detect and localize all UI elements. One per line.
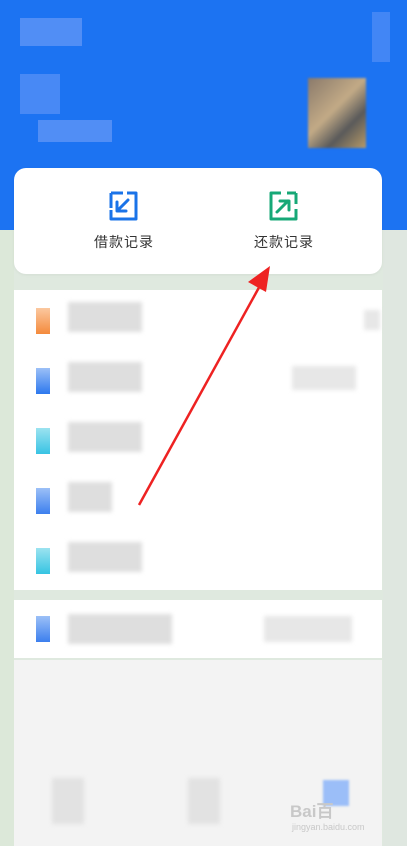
- header-blurred-text: [38, 120, 112, 142]
- list-item-icon: [36, 548, 50, 574]
- list-item-blurred-text: [68, 362, 142, 392]
- watermark-logo: Bai百: [290, 802, 334, 821]
- list-item[interactable]: [14, 350, 382, 410]
- borrow-records-button[interactable]: 借款记录: [32, 168, 216, 274]
- records-panel: 借款记录 还款记录: [14, 168, 382, 274]
- borrow-records-icon: [107, 190, 141, 224]
- header-blurred-text: [372, 12, 390, 62]
- secondary-list: [14, 600, 382, 658]
- header-blurred-text: [20, 18, 82, 46]
- list-item-blurred-value: [292, 366, 356, 390]
- repay-records-icon: [267, 190, 301, 224]
- tab-item[interactable]: [188, 778, 220, 824]
- repay-records-button[interactable]: 还款记录: [192, 168, 376, 274]
- list-item-blurred-value: [264, 616, 352, 642]
- list-item[interactable]: [14, 290, 382, 350]
- list-item-blurred-text: [68, 482, 112, 512]
- list-item-icon: [36, 428, 50, 454]
- menu-list: [14, 290, 382, 590]
- tab-item[interactable]: [52, 778, 84, 824]
- list-item-blurred-text: [68, 614, 172, 644]
- list-item-blurred-text: [68, 302, 142, 332]
- repay-records-label: 还款记录: [254, 235, 314, 251]
- list-item[interactable]: [14, 470, 382, 530]
- list-item-icon: [36, 368, 50, 394]
- list-item-chevron: [364, 310, 380, 330]
- watermark-site: jingyan.baidu.com: [292, 822, 365, 832]
- list-item[interactable]: [14, 410, 382, 470]
- borrow-records-label: 借款记录: [94, 235, 154, 251]
- header-blurred-text: [20, 74, 60, 114]
- list-item-icon: [36, 616, 50, 642]
- list-item[interactable]: [14, 530, 382, 590]
- list-item-blurred-text: [68, 542, 142, 572]
- list-item-icon: [36, 488, 50, 514]
- list-item-icon: [36, 308, 50, 334]
- list-item[interactable]: [14, 600, 382, 660]
- list-item-blurred-text: [68, 422, 142, 452]
- avatar[interactable]: [308, 78, 366, 148]
